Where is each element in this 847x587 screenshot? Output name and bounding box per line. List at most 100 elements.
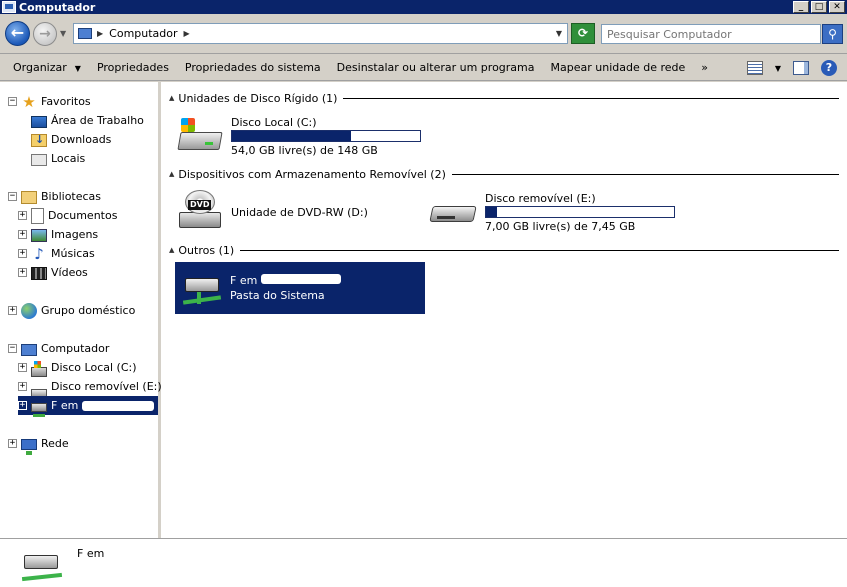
tree-label-documents: Documentos xyxy=(48,209,118,222)
expand-icon[interactable]: + xyxy=(18,211,27,220)
expand-icon[interactable]: + xyxy=(18,363,27,372)
change-view-icon[interactable] xyxy=(746,61,763,75)
tree-item-recent-places[interactable]: Locais xyxy=(31,149,85,168)
drive-tile-dvd-d[interactable]: DVD Unidade de DVD-RW (D:) xyxy=(175,190,415,236)
details-item-name: F em xyxy=(77,547,105,560)
properties-button[interactable]: Propriedades xyxy=(89,61,177,74)
search-input[interactable] xyxy=(601,24,821,44)
group-header-removable[interactable]: ▲ Dispositivos com Armazenamento Removív… xyxy=(169,166,839,182)
desktop-icon xyxy=(31,115,47,128)
tree-node-homegroup[interactable]: + Grupo doméstico xyxy=(8,301,135,320)
drive-usage-fill xyxy=(486,207,498,217)
group-header-others[interactable]: ▲ Outros (1) xyxy=(169,242,839,258)
drive-tile-local-disk-c[interactable]: Disco Local (C:) 54,0 GB livre(s) de 148… xyxy=(175,114,445,157)
collapse-icon[interactable]: − xyxy=(8,344,17,353)
group-divider xyxy=(343,97,839,99)
drive-name: Disco removível (E:) xyxy=(485,192,596,205)
drive-tile-removable-e[interactable]: Disco removível (E:) 7,00 GB livre(s) de… xyxy=(429,190,689,236)
downloads-icon xyxy=(31,133,47,147)
tree-label-network: Rede xyxy=(41,437,69,450)
drive-name: Disco Local (C:) xyxy=(231,116,317,129)
tree-item-network-drive-f[interactable]: + F em xyxy=(18,396,158,417)
hard-drive-windows-icon xyxy=(175,114,223,154)
tree-node-libraries[interactable]: − Bibliotecas xyxy=(8,187,101,206)
title-bar: Computador _ □ ✕ xyxy=(0,0,847,14)
breadcrumb-separator-icon[interactable]: ▶ xyxy=(97,29,103,38)
command-bar: Organizar ▼ Propriedades Propriedades do … xyxy=(0,55,847,81)
breadcrumb-dropdown-icon[interactable]: ▶ xyxy=(184,29,190,38)
collapse-icon[interactable]: − xyxy=(8,97,17,106)
drive-tile-network-drive-f[interactable]: F em Pasta do Sistema xyxy=(175,262,425,314)
expand-icon[interactable]: + xyxy=(18,249,27,258)
magnifier-icon: ⚲ xyxy=(828,27,837,41)
breadcrumb-computer[interactable]: Computador xyxy=(109,27,177,40)
library-icon xyxy=(21,191,37,204)
hard-drive-icon xyxy=(31,360,47,377)
computer-icon xyxy=(2,1,16,13)
tree-node-favorites[interactable]: − ★ Favoritos xyxy=(8,92,91,111)
expand-icon[interactable]: + xyxy=(18,401,27,410)
expand-icon[interactable]: + xyxy=(8,306,17,315)
tree-item-documents[interactable]: + Documentos xyxy=(18,206,117,225)
expand-icon[interactable]: + xyxy=(18,268,27,277)
drive-name: Unidade de DVD-RW (D:) xyxy=(231,206,368,219)
organize-menu[interactable]: Organizar ▼ xyxy=(0,61,89,74)
drive-name: F em xyxy=(230,274,342,287)
search-button[interactable]: ⚲ xyxy=(822,24,843,44)
arrow-right-icon: → xyxy=(39,26,51,42)
map-network-drive-button[interactable]: Mapear unidade de rede xyxy=(543,61,694,74)
maximize-button[interactable]: □ xyxy=(811,1,827,13)
minimize-button[interactable]: _ xyxy=(793,1,809,13)
details-pane: F em xyxy=(0,538,847,587)
tree-item-removable-e[interactable]: + Disco removível (E:) xyxy=(18,377,162,397)
help-icon[interactable]: ? xyxy=(821,60,837,76)
recent-pages-dropdown[interactable]: ▼ xyxy=(60,29,69,38)
view-options-dropdown-icon[interactable]: ▼ xyxy=(775,64,781,73)
computer-icon xyxy=(78,28,92,39)
tree-item-desktop[interactable]: Área de Trabalho xyxy=(31,111,144,130)
tree-item-downloads[interactable]: Downloads xyxy=(31,130,111,149)
collapse-group-icon[interactable]: ▲ xyxy=(169,94,174,102)
tree-item-pictures[interactable]: + Imagens xyxy=(18,225,98,244)
tree-item-music[interactable]: + ♪ Músicas xyxy=(18,244,95,263)
drive-usage-bar xyxy=(485,206,675,218)
refresh-button[interactable]: ⟳ xyxy=(571,23,595,44)
tree-label-network-drive-f: F em xyxy=(51,399,79,412)
tree-node-network[interactable]: + Rede xyxy=(8,434,69,455)
close-button[interactable]: ✕ xyxy=(829,1,845,13)
collapse-group-icon[interactable]: ▲ xyxy=(169,170,174,178)
uninstall-program-button[interactable]: Desinstalar ou alterar um programa xyxy=(329,61,543,74)
music-icon: ♪ xyxy=(34,244,44,263)
address-history-dropdown-icon[interactable]: ▼ xyxy=(556,29,562,38)
forward-button[interactable]: → xyxy=(33,22,57,46)
expand-icon[interactable]: + xyxy=(18,382,27,391)
tree-label-libraries: Bibliotecas xyxy=(41,190,102,203)
preview-pane-icon[interactable] xyxy=(793,61,809,75)
network-drive-icon xyxy=(31,403,47,417)
tree-label-videos: Vídeos xyxy=(51,266,88,279)
drive-subtitle: Pasta do Sistema xyxy=(230,289,325,302)
back-button[interactable]: ← xyxy=(5,21,30,46)
view-controls: ▼ ? xyxy=(746,55,847,81)
dvd-drive-icon: DVD xyxy=(175,190,223,234)
tree-label-desktop: Área de Trabalho xyxy=(51,114,144,127)
collapse-icon[interactable]: − xyxy=(8,192,17,201)
collapse-group-icon[interactable]: ▲ xyxy=(169,246,174,254)
organize-label: Organizar xyxy=(13,61,67,74)
group-header-hard-disks[interactable]: ▲ Unidades de Disco Rígido (1) xyxy=(169,90,839,106)
tree-item-videos[interactable]: + Vídeos xyxy=(18,263,88,282)
tree-node-computer[interactable]: − Computador xyxy=(8,339,109,358)
address-box[interactable]: ▶ Computador ▶ ▼ xyxy=(73,23,568,44)
arrow-left-icon: ← xyxy=(10,23,25,42)
window-title: Computador xyxy=(19,0,96,14)
tree-label-recent-places: Locais xyxy=(51,152,86,165)
group-title-removable: Dispositivos com Armazenamento Removível… xyxy=(178,167,446,181)
tree-label-pictures: Imagens xyxy=(51,228,99,241)
computer-icon xyxy=(21,343,37,356)
expand-icon[interactable]: + xyxy=(18,230,27,239)
more-commands-button[interactable]: » xyxy=(693,61,716,74)
system-properties-button[interactable]: Propriedades do sistema xyxy=(177,61,329,74)
expand-icon[interactable]: + xyxy=(8,439,17,448)
tree-item-local-disk-c[interactable]: + Disco Local (C:) xyxy=(18,358,137,377)
chevron-down-icon: ▼ xyxy=(74,64,81,73)
